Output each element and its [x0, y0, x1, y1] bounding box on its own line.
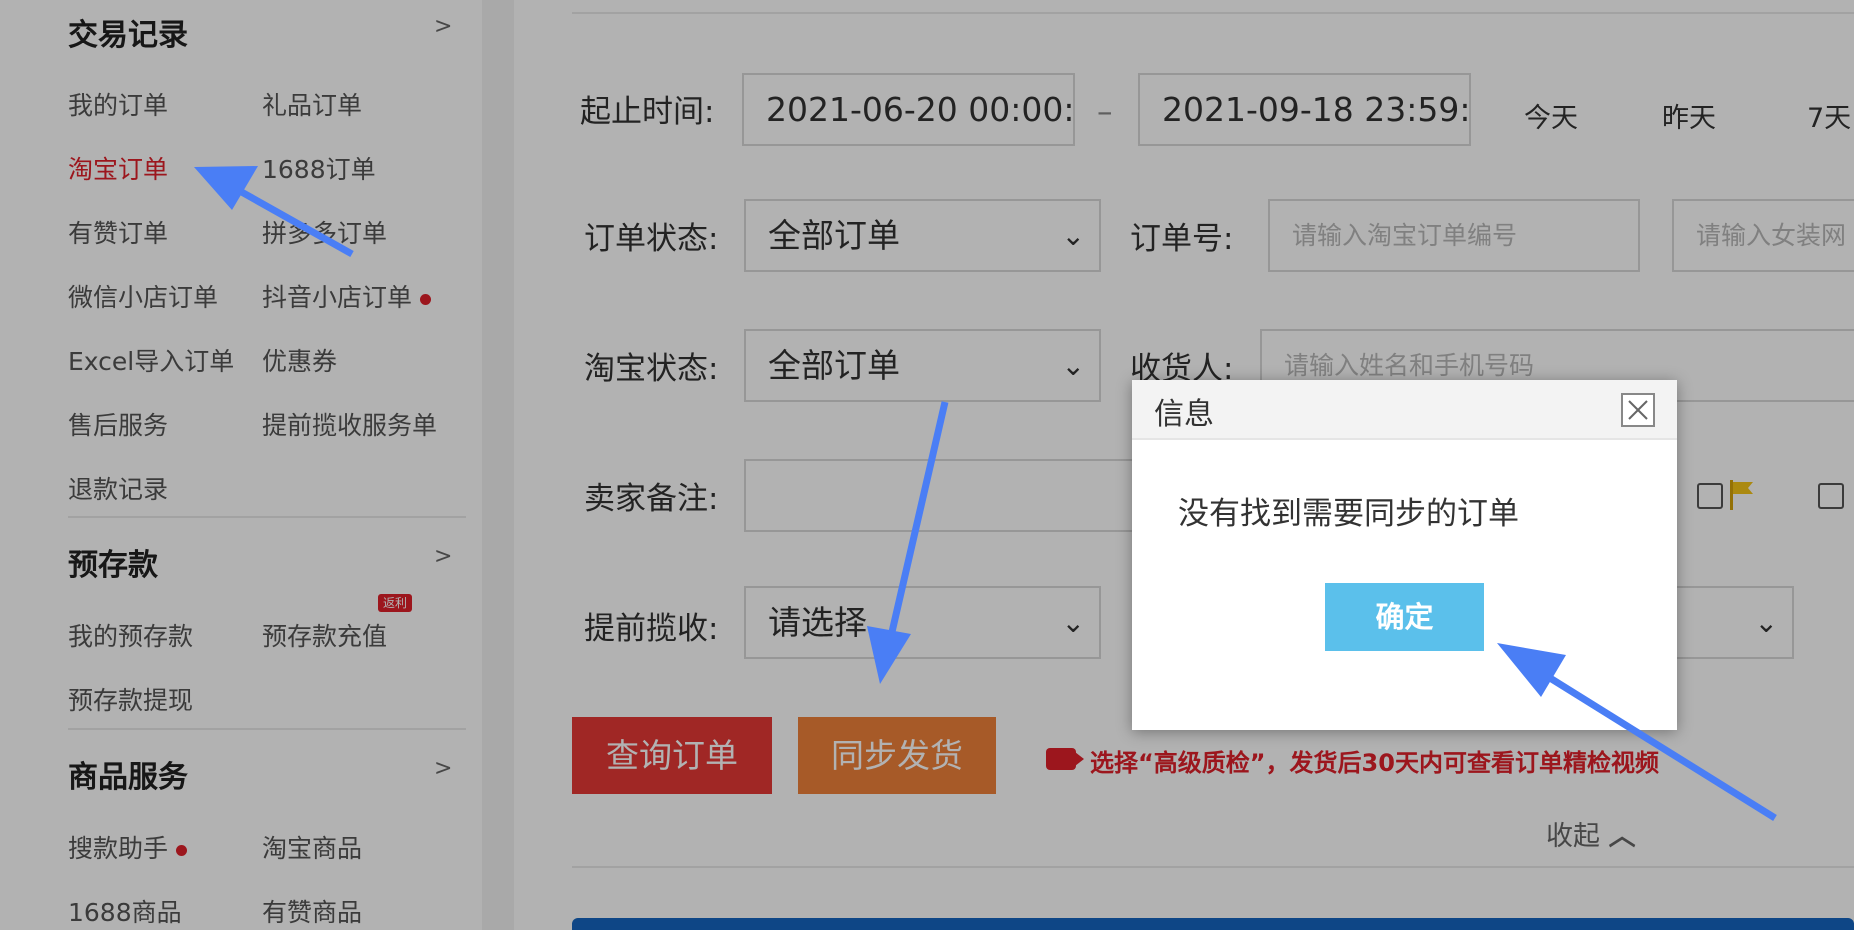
dialog-header: 信息	[1132, 380, 1677, 440]
info-dialog: 信息 没有找到需要同步的订单 确定	[1132, 380, 1677, 730]
dialog-message: 没有找到需要同步的订单	[1178, 496, 1519, 532]
confirm-button[interactable]: 确定	[1325, 583, 1484, 651]
close-button[interactable]	[1621, 393, 1655, 427]
page: 交易记录 > 我的订单 礼品订单 淘宝订单 1688订单 有赞订单 拼多多订单 …	[0, 0, 1854, 930]
close-icon	[1628, 400, 1648, 420]
dialog-title: 信息	[1154, 397, 1214, 432]
